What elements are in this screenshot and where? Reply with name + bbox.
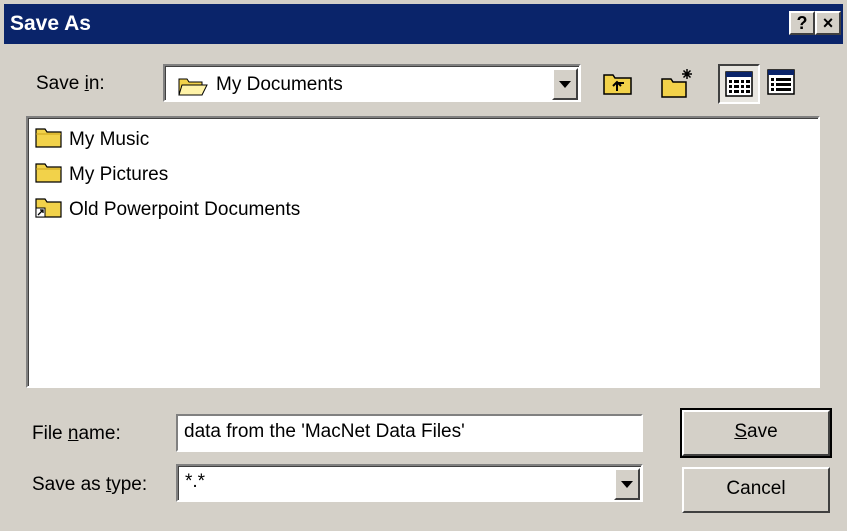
save-in-value: My Documents: [216, 74, 343, 95]
open-folder-icon: [178, 75, 208, 103]
save-as-type-value: *.*: [185, 471, 206, 492]
folder-icon: [35, 126, 63, 154]
chevron-down-icon: [621, 481, 633, 488]
save-as-type-dropdown-button[interactable]: [614, 468, 640, 500]
help-button[interactable]: ?: [789, 11, 815, 35]
window-title: Save As: [10, 12, 91, 35]
save-in-label: Save in:: [36, 73, 105, 94]
file-name-value: data from the 'MacNet Data Files': [184, 421, 465, 442]
file-name-label: File name:: [32, 423, 121, 444]
file-name: My Pictures: [69, 164, 169, 185]
list-item[interactable]: Old Powerpoint Documents: [35, 194, 300, 226]
file-name: Old Powerpoint Documents: [69, 199, 301, 220]
list-view-icon: [725, 71, 753, 103]
new-folder-icon: [660, 67, 694, 105]
save-button[interactable]: Save: [680, 408, 832, 458]
file-name-input[interactable]: data from the 'MacNet Data Files': [176, 414, 643, 452]
folder-shortcut-icon: [35, 196, 63, 224]
list-item[interactable]: My Music: [35, 124, 149, 156]
cancel-button[interactable]: Cancel: [682, 467, 830, 513]
save-in-dropdown[interactable]: My Documents: [163, 64, 581, 102]
up-folder-icon: [602, 69, 634, 103]
save-as-type-dropdown[interactable]: *.*: [176, 464, 643, 502]
title-bar[interactable]: Save As ? ×: [4, 4, 843, 44]
chevron-down-icon: [559, 81, 571, 88]
details-view-icon: [767, 69, 795, 101]
file-name: My Music: [69, 129, 150, 150]
folder-icon: [35, 161, 63, 189]
list-item[interactable]: My Pictures: [35, 159, 168, 191]
save-in-dropdown-button[interactable]: [552, 68, 578, 100]
save-as-dialog: Save As ? × Save in: My Documents My Mus…: [0, 0, 847, 531]
file-list[interactable]: My Music My Pictures Old Powerpoint Docu…: [26, 116, 820, 388]
save-as-type-label: Save as type:: [32, 474, 148, 495]
close-button[interactable]: ×: [815, 11, 841, 35]
list-view-button[interactable]: [718, 64, 760, 104]
details-view-button[interactable]: [762, 64, 804, 104]
up-one-level-button[interactable]: [598, 64, 640, 104]
create-new-folder-button[interactable]: [656, 64, 698, 104]
